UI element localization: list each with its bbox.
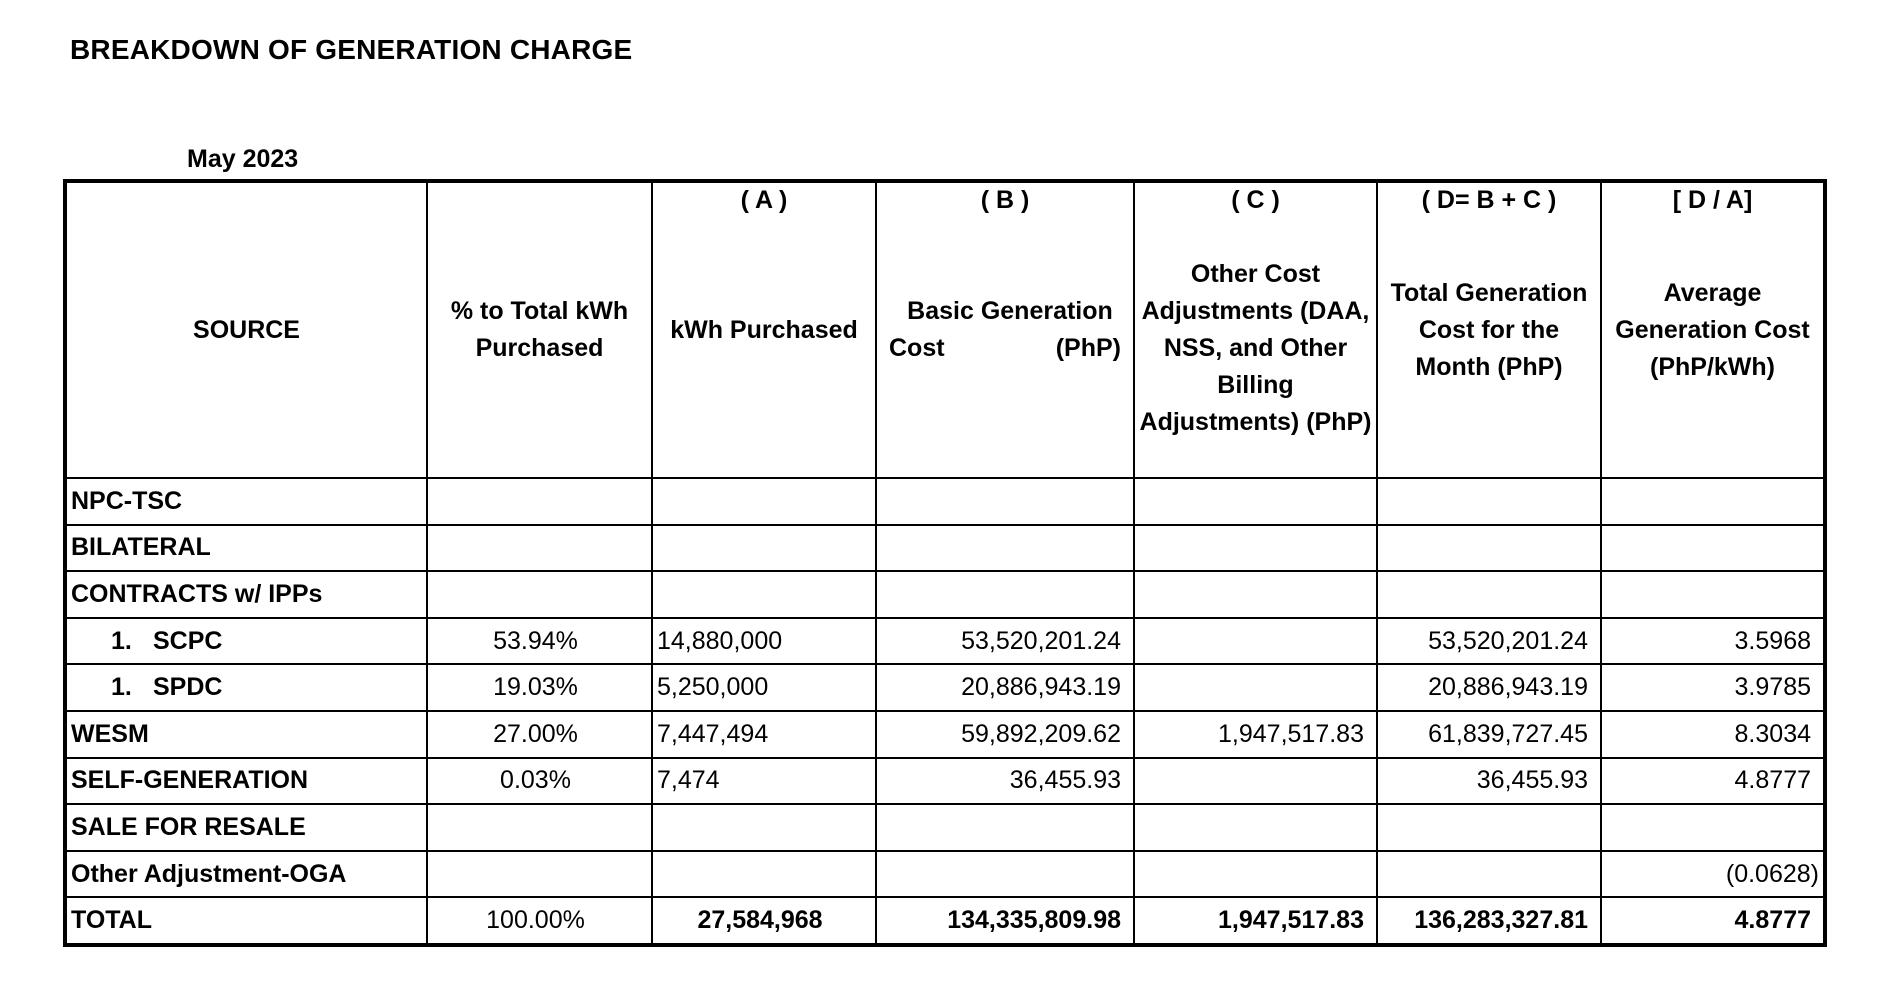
row-number: 1. [111, 626, 132, 655]
table-row: WESM 27.00% 7,447,494 59,892,209.62 1,94… [64, 709, 1826, 759]
table-row: NPC-TSC [64, 477, 1826, 526]
row-label: CONTRACTS w/ IPPs [64, 570, 428, 619]
table-row: 1. SPDC 19.03% 5,250,000 20,886,943.19 20… [64, 663, 1826, 712]
row-label: NPC-TSC [64, 477, 428, 526]
table-row: BILATERAL [64, 523, 1826, 573]
total-row: TOTAL 100.00% 27,584,968 134,335,809.98 … [64, 896, 1826, 946]
header-kwh: ( A ) kWh Purchased [651, 180, 877, 479]
header-row: SOURCE % to Total kWh Purchased ( A ) kW… [64, 180, 1826, 479]
header-kwh-code: ( A ) [740, 186, 788, 214]
header-total: ( D= B + C ) Total Generation Cost for t… [1376, 180, 1602, 479]
header-basic-php: (PhP) [1055, 334, 1121, 362]
table-row: CONTRACTS w/ IPPs [64, 570, 1826, 619]
row-label: SALE FOR RESALE [64, 803, 428, 852]
header-pct: % to Total kWh Purchased [426, 180, 653, 479]
header-basic: ( B ) Basic Generation Cost (PhP) [875, 180, 1135, 479]
table-row: 1. SCPC 53.94% 14,880,000 53,520,201.24 5… [64, 616, 1826, 666]
table-row: SALE FOR RESALE [64, 803, 1826, 852]
header-avg: [ D / A] Average Generation Cost (PhP/kW… [1600, 180, 1826, 479]
header-source: SOURCE [64, 180, 428, 479]
row-label: 1. SCPC [64, 616, 428, 666]
header-other-code: ( C ) [1231, 186, 1280, 214]
row-label: 1. SPDC [64, 663, 428, 712]
header-basic-cost: Cost [889, 334, 945, 362]
table-row: Other Adjustment-OGA (0.0628) [64, 849, 1826, 899]
row-label: SELF-GENERATION [64, 756, 428, 806]
table-row: SELF-GENERATION 0.03% 7,474 36,455.93 36… [64, 756, 1826, 806]
row-label: WESM [64, 709, 428, 759]
row-label: BILATERAL [64, 523, 428, 573]
generation-charge-table: SOURCE % to Total kWh Purchased ( A ) kW… [63, 179, 1827, 947]
header-total-code: ( D= B + C ) [1421, 186, 1557, 214]
header-basic-code: ( B ) [980, 186, 1030, 214]
row-number: 1. [111, 673, 132, 702]
billing-period: May 2023 [187, 145, 299, 173]
page-title: BREAKDOWN OF GENERATION CHARGE [70, 34, 633, 65]
header-avg-code: [ D / A] [1672, 186, 1753, 214]
row-label: TOTAL [64, 896, 428, 946]
header-other: ( C ) Other Cost Adjustments (DAA, NSS, … [1133, 180, 1378, 479]
row-label: Other Adjustment-OGA [64, 849, 428, 899]
